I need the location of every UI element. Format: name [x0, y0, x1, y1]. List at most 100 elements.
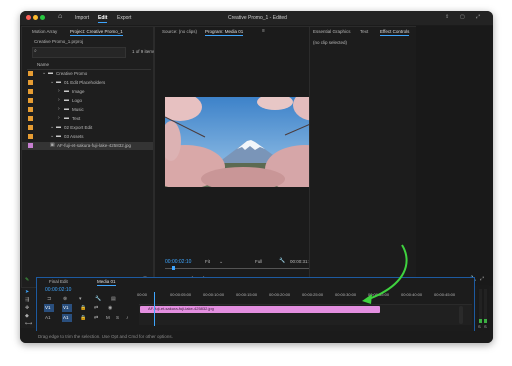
fit-dropdown[interactable]: Fit: [205, 259, 210, 265]
project-search-input[interactable]: [32, 47, 126, 58]
track-v1-label[interactable]: V1: [45, 305, 51, 311]
label-color-swatch[interactable]: [28, 89, 33, 94]
tab-program[interactable]: Program: Media 01: [205, 29, 244, 36]
expand-icon[interactable]: ⤢: [480, 276, 484, 282]
tab-final-edit[interactable]: Final Edit: [49, 279, 68, 285]
playhead-line[interactable]: [154, 292, 155, 326]
ripple-edit-tool-icon[interactable]: ✥: [25, 305, 29, 311]
zoom-window-button[interactable]: [40, 15, 45, 20]
project-list-item[interactable]: › ▬ Image: [22, 88, 153, 96]
tab-effect-controls[interactable]: Effect Controls: [380, 29, 410, 36]
project-list-item[interactable]: › ▬ Logo: [22, 97, 153, 105]
tab-source[interactable]: Source: (no clips): [162, 29, 197, 35]
project-list-item[interactable]: ⌄ ▬ 01 Edit Placeholders: [22, 79, 153, 87]
menu-export[interactable]: Export: [117, 15, 131, 21]
project-list-item[interactable]: ⌄ ▬ Creative Promo: [22, 70, 153, 78]
program-scrub-bar[interactable]: [165, 266, 322, 270]
label-color-swatch[interactable]: [28, 116, 33, 121]
tab-text[interactable]: Text: [360, 29, 368, 35]
label-color-swatch[interactable]: [28, 80, 33, 85]
project-list-item[interactable]: ⌄ ▬ 02 Export Edit: [22, 124, 153, 132]
fit-chevron-icon: ⌄: [219, 259, 224, 265]
timeline-clip[interactable]: AF-fuji-et-sakura-fuji-lake-425832.jpg: [140, 306, 380, 313]
track-lock-icon[interactable]: 🔒: [80, 305, 86, 311]
track-select-tool-icon[interactable]: ⇶: [25, 297, 29, 303]
expand-chevron-icon[interactable]: ›: [58, 97, 60, 103]
tab-essential-graphics[interactable]: Essential Graphics: [313, 29, 351, 35]
annotation-arrow: [362, 244, 408, 304]
close-window-button[interactable]: [26, 15, 31, 20]
program-menu-icon[interactable]: ≡: [262, 28, 265, 34]
pencil-icon[interactable]: ✎: [25, 277, 29, 283]
timeline-ruler[interactable]: 00:00 00:00:05:00 00:00:10:00 00:00:15:00 00…: [137, 292, 472, 300]
program-timecode[interactable]: 00:00:02:10: [165, 259, 191, 265]
folder-icon: ▬: [48, 70, 53, 76]
quality-dropdown[interactable]: Full: [255, 259, 262, 265]
expand-chevron-icon[interactable]: ⌄: [42, 70, 46, 76]
meter-solo-left[interactable]: S: [478, 324, 481, 330]
right-empty-area: ▼ 🔧 ⤢: [416, 26, 493, 286]
tab-project[interactable]: Project: Creative Promo_1: [70, 29, 123, 36]
label-color-swatch[interactable]: [28, 98, 33, 103]
track-eye-icon[interactable]: ◉: [108, 305, 112, 311]
mic-icon[interactable]: ♪: [126, 315, 129, 321]
expand-chevron-icon[interactable]: ⌄: [50, 133, 54, 139]
mute-button[interactable]: M: [106, 315, 110, 321]
share-icon[interactable]: ⇪: [445, 14, 449, 20]
captions-icon[interactable]: ▤: [111, 296, 116, 302]
track-area[interactable]: AF-fuji-et-sakura-fuji-lake-425832.jpg: [139, 304, 472, 325]
expand-chevron-icon[interactable]: ⌄: [50, 124, 54, 130]
fullscreen-icon[interactable]: ⤢: [476, 14, 480, 20]
slip-tool-icon[interactable]: ⟷: [25, 321, 32, 327]
razor-tool-icon[interactable]: ◆: [25, 313, 29, 319]
track-scrollbar[interactable]: [459, 306, 463, 324]
name-column-header[interactable]: Name: [37, 62, 49, 68]
expand-chevron-icon[interactable]: ⌄: [50, 79, 54, 85]
project-list-item[interactable]: ⌄ ▬ 03 Assets: [22, 133, 153, 141]
marker-icon[interactable]: ▾: [79, 296, 82, 302]
workspace-icon[interactable]: ▢: [460, 14, 465, 20]
expand-chevron-icon[interactable]: ›: [58, 106, 60, 112]
project-list-item[interactable]: ▣ AF-fuji-et-sakura-fuji-lake-425832.jpg: [22, 142, 153, 150]
label-color-swatch[interactable]: [28, 71, 33, 76]
audio-sync-icon[interactable]: ⇄: [94, 315, 98, 321]
expand-chevron-icon[interactable]: ›: [58, 88, 60, 94]
timeline-wrench-icon[interactable]: 🔧: [95, 296, 101, 302]
timeline-timecode[interactable]: 00:00:02:10: [45, 287, 71, 293]
project-panel: Motion Array Project: Creative Promo_1 C…: [21, 26, 159, 288]
label-color-swatch[interactable]: [28, 107, 33, 112]
project-list-item[interactable]: › ▬ Text: [22, 115, 153, 123]
folder-icon: ▬: [64, 106, 69, 112]
project-item-label: Creative Promo: [56, 71, 88, 76]
tools-panel: ➤ ⇶ ✥ ◆ ⟷: [21, 288, 35, 328]
solo-button[interactable]: S: [116, 315, 119, 321]
tab-motion-array[interactable]: Motion Array: [32, 29, 57, 35]
audio-lock-icon[interactable]: 🔒: [80, 315, 86, 321]
folder-icon: ▬: [64, 115, 69, 121]
linked-selection-icon[interactable]: ⊗: [63, 296, 67, 302]
ruler-tick-label: 00:00:20:00: [269, 292, 291, 297]
ruler-tick-label: 00:00:05:00: [170, 292, 192, 297]
ruler-tick-label: 00:00:10:00: [203, 292, 225, 297]
menu-import[interactable]: Import: [75, 15, 89, 21]
menu-edit-underline: [98, 22, 107, 23]
track-a1-source[interactable]: A1: [45, 315, 51, 321]
playhead-marker[interactable]: [172, 266, 175, 270]
home-icon[interactable]: ⌂: [58, 13, 62, 20]
label-color-swatch[interactable]: [28, 134, 33, 139]
tab-media-01[interactable]: Media 01: [97, 279, 116, 286]
folder-icon: ▬: [56, 124, 61, 130]
label-color-swatch[interactable]: [28, 125, 33, 130]
snap-icon[interactable]: ⊐: [47, 296, 51, 302]
expand-chevron-icon[interactable]: ›: [58, 115, 60, 121]
selection-tool-icon[interactable]: ➤: [25, 289, 29, 295]
track-v1-target[interactable]: V1: [63, 305, 69, 311]
project-list-item[interactable]: › ▬ Music: [22, 106, 153, 114]
meter-solo-right[interactable]: S: [484, 324, 487, 330]
minimize-window-button[interactable]: [33, 15, 38, 20]
menu-edit[interactable]: Edit: [98, 15, 107, 21]
track-sync-icon[interactable]: ⇄: [94, 305, 98, 311]
track-a1-label[interactable]: A1: [63, 315, 69, 321]
wrench-icon[interactable]: 🔧: [279, 258, 285, 264]
label-color-swatch[interactable]: [28, 143, 33, 148]
